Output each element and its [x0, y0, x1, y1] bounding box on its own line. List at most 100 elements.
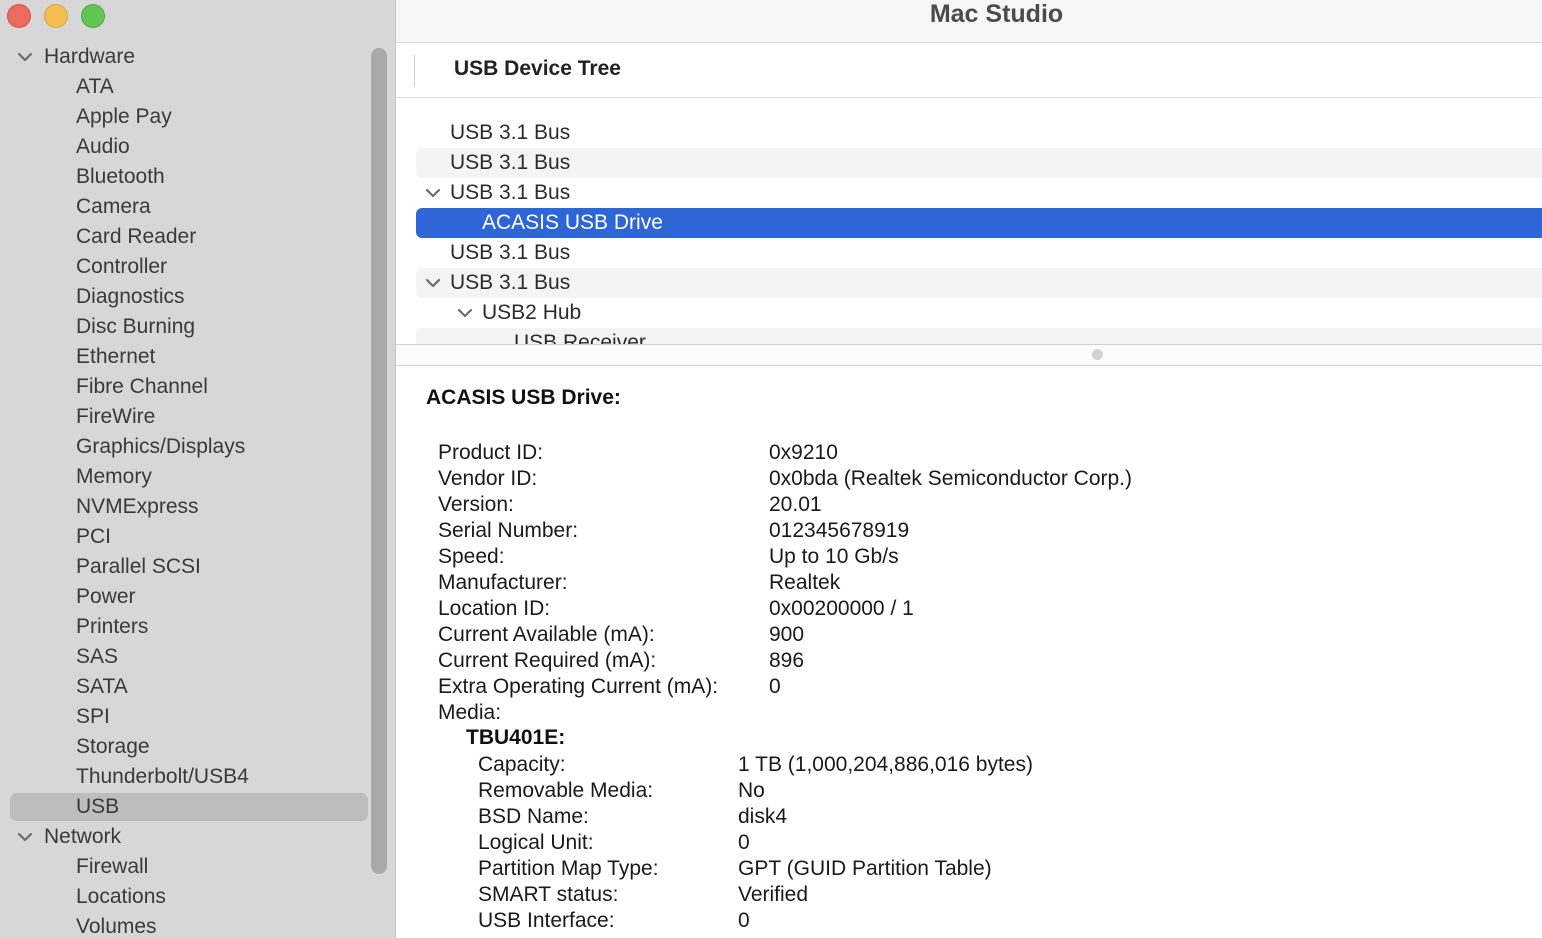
sidebar-item-camera[interactable]: Camera	[0, 192, 368, 222]
sidebar-item-printers[interactable]: Printers	[0, 612, 368, 642]
sidebar-item-ethernet[interactable]: Ethernet	[0, 342, 368, 372]
property-key: Speed:	[438, 545, 505, 568]
sidebar-item-label: Parallel SCSI	[76, 555, 201, 578]
sidebar-item-label: USB	[76, 795, 120, 818]
property-row: Vendor ID: 0x0bda (Realtek Semiconductor …	[438, 466, 1132, 492]
sidebar-item-audio[interactable]: Audio	[0, 132, 368, 162]
property-value: 896	[769, 649, 805, 672]
sidebar-item-label: NVMExpress	[76, 495, 199, 518]
property-value: 20.01	[769, 493, 822, 516]
property-row: BSD Name: disk4	[478, 804, 1033, 830]
sidebar-item-nvmexpress[interactable]: NVMExpress	[0, 492, 368, 522]
tree-row[interactable]: USB 3.1 Bus	[416, 178, 1542, 208]
sidebar-item-memory[interactable]: Memory	[0, 462, 368, 492]
sidebar-item-apple-pay[interactable]: Apple Pay	[0, 102, 368, 132]
tree-row-label: USB Receiver	[514, 331, 646, 344]
sidebar-item-label: Controller	[76, 255, 168, 278]
sidebar-item-parallel-scsi[interactable]: Parallel SCSI	[0, 552, 368, 582]
sidebar-item-sas[interactable]: SAS	[0, 642, 368, 672]
sidebar-item-label: Card Reader	[76, 225, 197, 248]
sidebar-item-label: Audio	[76, 135, 130, 158]
property-key: SMART status:	[478, 883, 619, 906]
tree-row[interactable]: USB 3.1 Bus	[416, 118, 1542, 148]
chevron-down-icon[interactable]	[424, 274, 442, 292]
property-value: 0	[738, 909, 750, 932]
tree-row-label: ACASIS USB Drive	[482, 211, 663, 234]
sidebar-item-spi[interactable]: SPI	[0, 702, 368, 732]
sidebar-item-card-reader[interactable]: Card Reader	[0, 222, 368, 252]
tree-header-label[interactable]: USB Device Tree	[454, 57, 621, 81]
property-value: Verified	[738, 883, 809, 906]
property-row: Extra Operating Current (mA): 0	[438, 674, 1132, 700]
property-row: Manufacturer: Realtek	[438, 570, 1132, 596]
sidebar-item-sata[interactable]: SATA	[0, 672, 368, 702]
sidebar-item-storage[interactable]: Storage	[0, 732, 368, 762]
property-row: Product ID: 0x9210	[438, 440, 1132, 466]
sidebar-item-label: Graphics/Displays	[76, 435, 246, 458]
sidebar-item-locations[interactable]: Locations	[0, 882, 368, 912]
tree-row-label: USB 3.1 Bus	[450, 241, 571, 264]
property-key: Extra Operating Current (mA):	[438, 675, 719, 698]
minimize-button[interactable]	[44, 4, 68, 28]
property-value: 1 TB (1,000,204,886,016 bytes)	[738, 753, 1033, 776]
property-row: Speed: Up to 10 Gb/s	[438, 544, 1132, 570]
property-key: Media:	[438, 701, 502, 724]
property-row: Current Required (mA): 896	[438, 648, 1132, 674]
property-row: SMART status: Verified	[478, 882, 1033, 908]
sidebar-item-label: Firewall	[76, 855, 149, 878]
tree-row[interactable]: USB 3.1 Bus	[416, 268, 1542, 298]
sidebar-item-label: Fibre Channel	[76, 375, 208, 398]
sidebar-item-ata[interactable]: ATA	[0, 72, 368, 102]
chevron-down-icon[interactable]	[16, 828, 34, 846]
sidebar-item-thunderbolt-usb4[interactable]: Thunderbolt/USB4	[0, 762, 368, 792]
zoom-button[interactable]	[81, 4, 105, 28]
sidebar-group-hardware[interactable]: Hardware	[0, 42, 368, 72]
sidebar-item-fibre-channel[interactable]: Fibre Channel	[0, 372, 368, 402]
close-button[interactable]	[7, 4, 31, 28]
sidebar-scrollbar[interactable]	[371, 48, 387, 874]
tree-row[interactable]: USB2 Hub	[416, 298, 1542, 328]
tree-row[interactable]: USB 3.1 Bus	[416, 148, 1542, 178]
split-view-divider[interactable]	[396, 344, 1542, 366]
sidebar-item-power[interactable]: Power	[0, 582, 368, 612]
sidebar-item-label: Storage	[76, 735, 150, 758]
title-bar: Mac Studio	[396, 0, 1542, 43]
sidebar-item-controller[interactable]: Controller	[0, 252, 368, 282]
sidebar-item-firewire[interactable]: FireWire	[0, 402, 368, 432]
tree-row[interactable]: USB Receiver	[416, 328, 1542, 344]
sidebar-item-label: Thunderbolt/USB4	[76, 765, 249, 788]
sidebar-group-network[interactable]: Network	[0, 822, 368, 852]
tree-row[interactable]: USB 3.1 Bus	[416, 238, 1542, 268]
property-row: Logical Unit: 0	[478, 830, 1033, 856]
tree-row[interactable]: ACASIS USB Drive	[416, 208, 1542, 238]
sidebar-item-diagnostics[interactable]: Diagnostics	[0, 282, 368, 312]
property-key: Removable Media:	[478, 779, 654, 802]
sidebar-item-label: Camera	[76, 195, 151, 218]
sidebar-item-firewall[interactable]: Firewall	[0, 852, 368, 882]
tree-row-label: USB 3.1 Bus	[450, 151, 571, 174]
chevron-down-icon[interactable]	[424, 184, 442, 202]
property-key: Serial Number:	[438, 519, 579, 542]
sidebar-item-graphics-displays[interactable]: Graphics/Displays	[0, 432, 368, 462]
sidebar-item-label: Volumes	[76, 915, 157, 938]
detail-title: ACASIS USB Drive:	[426, 386, 621, 409]
split-handle[interactable]	[1092, 349, 1103, 360]
property-value: 0x00200000 / 1	[769, 597, 914, 620]
property-value: 900	[769, 623, 805, 646]
window-title: Mac Studio	[929, 0, 1064, 28]
sidebar-item-pci[interactable]: PCI	[0, 522, 368, 552]
property-value: No	[738, 779, 765, 802]
tree-column-header: USB Device Tree	[396, 43, 1542, 98]
tree-row-label: USB2 Hub	[482, 301, 582, 324]
property-value: 0	[769, 675, 781, 698]
window-controls	[7, 4, 105, 28]
sidebar-item-disc-burning[interactable]: Disc Burning	[0, 312, 368, 342]
sidebar-item-volumes[interactable]: Volumes	[0, 912, 368, 938]
chevron-down-icon[interactable]	[16, 48, 34, 66]
sidebar-item-bluetooth[interactable]: Bluetooth	[0, 162, 368, 192]
property-value: 0	[738, 831, 750, 854]
sidebar-item-usb[interactable]: USB	[0, 792, 368, 822]
property-value: Up to 10 Gb/s	[769, 545, 899, 568]
sidebar-item-label: Disc Burning	[76, 315, 196, 338]
chevron-down-icon[interactable]	[456, 304, 474, 322]
